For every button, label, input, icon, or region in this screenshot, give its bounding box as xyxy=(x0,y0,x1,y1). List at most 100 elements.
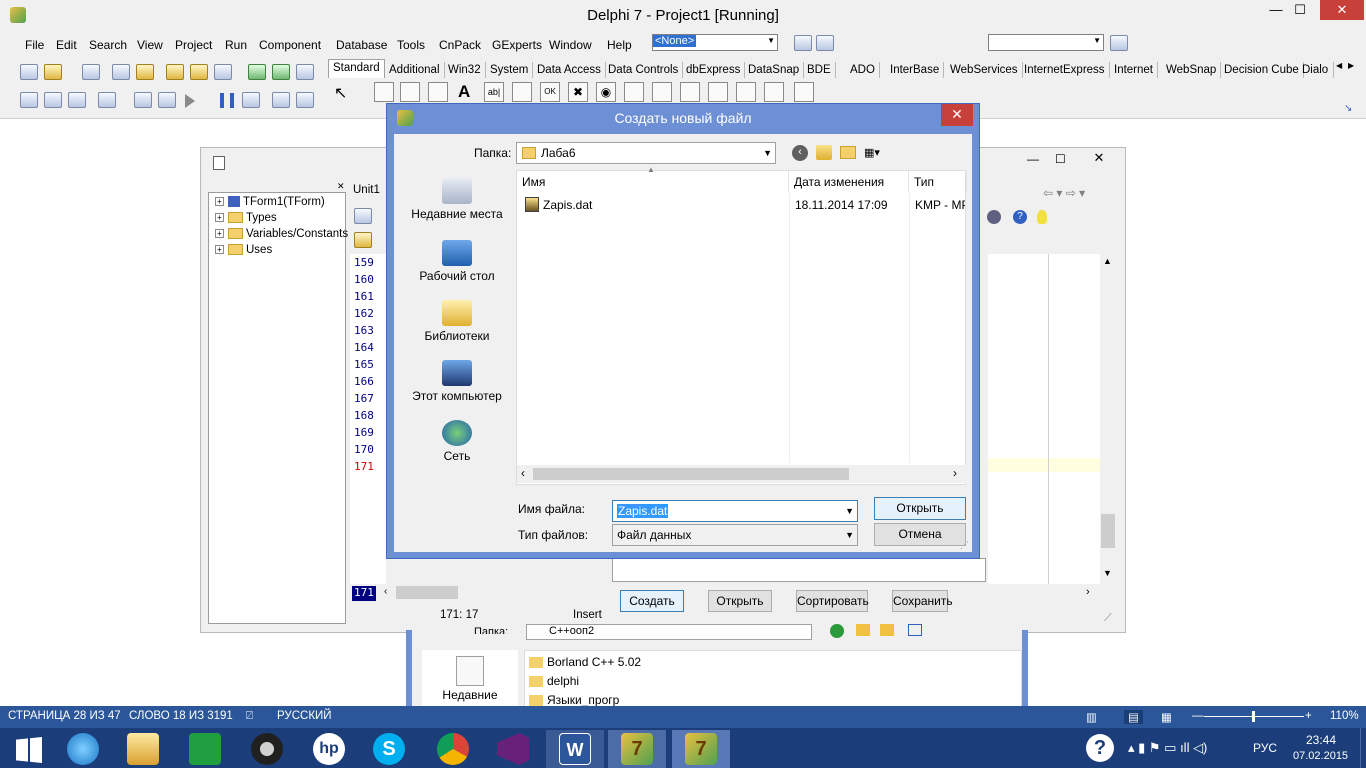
mainmenu-component-icon[interactable] xyxy=(400,82,420,102)
taskbar-word[interactable]: W xyxy=(546,730,604,768)
file-list-hscroll[interactable]: ‹ › xyxy=(517,465,967,483)
open-form-button[interactable]: Открыть xyxy=(708,590,772,612)
menu-view[interactable]: View xyxy=(137,38,163,52)
menu-gexperts[interactable]: GExperts xyxy=(492,38,542,52)
bg-file-list[interactable]: Borland C++ 5.02 delphi Языки_прогр xyxy=(524,650,1022,710)
new-folder-icon[interactable] xyxy=(840,146,856,159)
close-button[interactable]: ✕ xyxy=(1320,0,1364,20)
place-network[interactable]: Сеть xyxy=(402,420,512,463)
taskbar-chrome[interactable] xyxy=(424,730,482,768)
up-folder-icon[interactable] xyxy=(816,145,832,160)
menu-edit[interactable]: Edit xyxy=(56,38,77,52)
help-circle-icon[interactable]: ? xyxy=(1086,734,1114,762)
step-over-icon[interactable] xyxy=(296,92,314,108)
list-item[interactable]: delphi xyxy=(529,674,579,688)
help-book-icon[interactable] xyxy=(248,64,266,80)
file-list[interactable]: ▲ Имя Дата изменения Тип Zapis.dat 18.11… xyxy=(516,165,967,485)
nav-back-icon[interactable]: ⇦ ▾ ⇨ ▾ xyxy=(1043,186,1085,200)
tree-close-icon[interactable]: ✕ xyxy=(337,181,345,192)
menu-cnpack[interactable]: CnPack xyxy=(439,38,481,52)
create-button[interactable]: Создать xyxy=(620,590,684,612)
input-language[interactable]: РУС xyxy=(1253,741,1277,755)
view-form-icon[interactable] xyxy=(44,92,62,108)
place-desktop[interactable]: Рабочий стол xyxy=(402,240,512,283)
tab-webservices[interactable]: WebServices xyxy=(946,62,1023,78)
column-type[interactable]: Тип xyxy=(909,171,967,193)
save-desktop-icon[interactable] xyxy=(794,35,812,51)
set-debug-desktop-icon[interactable] xyxy=(816,35,834,51)
panel-component-icon[interactable] xyxy=(764,82,784,102)
debug-icon[interactable] xyxy=(134,92,152,108)
lightbulb-icon[interactable] xyxy=(1037,210,1047,224)
scroll-right-icon[interactable]: › xyxy=(953,466,957,480)
tray-icons[interactable]: ▴ ▮ ⚑ ▭ ıll ◁) xyxy=(1128,740,1207,756)
toggle-icon[interactable] xyxy=(214,64,232,80)
radiogroup-component-icon[interactable] xyxy=(736,82,756,102)
run-icon[interactable] xyxy=(185,94,195,108)
desktop-combo[interactable]: <None> ▼ xyxy=(652,34,778,51)
menu-run[interactable]: Run xyxy=(225,38,247,52)
place-libraries[interactable]: Библиотеки xyxy=(402,300,512,343)
bg-place-recent[interactable]: Недавние xyxy=(422,650,518,710)
listbox-component-icon[interactable] xyxy=(624,82,644,102)
bg-folder-combo[interactable]: С++ооп2 xyxy=(526,624,812,640)
menu-database[interactable]: Database xyxy=(336,38,387,52)
tab-websnap[interactable]: WebSnap xyxy=(1162,62,1222,78)
editor-tool2-icon[interactable] xyxy=(354,232,372,248)
print-layout-icon[interactable]: ▤ xyxy=(1124,710,1143,724)
show-desktop-button[interactable] xyxy=(1360,728,1366,768)
settings-gear-icon[interactable] xyxy=(987,210,1001,224)
tab-standard[interactable]: Standard xyxy=(328,59,385,78)
taskbar-skype[interactable]: S xyxy=(360,730,418,768)
list-item[interactable]: Borland C++ 5.02 xyxy=(529,655,641,669)
globe-icon[interactable] xyxy=(1110,35,1128,51)
right-hscroll-arrow[interactable]: › xyxy=(1086,586,1090,598)
frame-component-icon[interactable] xyxy=(374,82,394,102)
list-item[interactable]: Языки_прогр xyxy=(529,693,619,707)
trace-icon[interactable] xyxy=(242,92,260,108)
actionlist-component-icon[interactable] xyxy=(794,82,814,102)
tab-scroll-left[interactable]: ◀ xyxy=(1336,61,1342,70)
proofing-icon[interactable]: ⍁ xyxy=(246,710,253,723)
taskbar-delphi-running[interactable]: 7 xyxy=(672,730,730,768)
taskbar-store[interactable] xyxy=(176,730,234,768)
scroll-down-icon[interactable]: ▼ xyxy=(1103,568,1112,578)
zoom-slider-thumb[interactable] xyxy=(1252,711,1255,722)
label-component-icon[interactable]: A xyxy=(458,82,470,102)
help-book2-icon[interactable] xyxy=(272,64,290,80)
taskbar-camera[interactable] xyxy=(238,730,296,768)
view-menu-icon[interactable] xyxy=(908,624,922,636)
scroll-thumb[interactable] xyxy=(1101,514,1115,548)
menu-search[interactable]: Search xyxy=(89,38,127,52)
new-folder-icon[interactable] xyxy=(880,624,894,636)
add-file-icon[interactable] xyxy=(166,64,184,80)
sort-button[interactable]: Сортировать xyxy=(796,590,869,612)
editor-maximize-button[interactable]: ☐ xyxy=(1055,152,1066,166)
expand-icon[interactable]: + xyxy=(215,245,224,255)
edit-component-icon[interactable]: ab| xyxy=(484,82,504,102)
open-project-icon[interactable] xyxy=(136,64,154,80)
radio-component-icon[interactable]: ◉ xyxy=(596,82,616,102)
open-icon[interactable] xyxy=(44,64,62,80)
resize-grip-icon[interactable]: ↘ xyxy=(1344,103,1352,114)
tab-datasnap[interactable]: DataSnap xyxy=(744,62,805,78)
toggle-form-unit-icon[interactable] xyxy=(68,92,86,108)
scroll-thumb[interactable] xyxy=(396,586,458,599)
tab-data-controls[interactable]: Data Controls xyxy=(604,62,684,78)
maximize-button[interactable]: ☐ xyxy=(1278,0,1322,20)
editor-tool-icon[interactable] xyxy=(354,208,372,224)
code-explorer-tree[interactable]: ✕ + TForm1(TForm) + Types + Variables/Const… xyxy=(208,181,348,624)
tab-dialogs[interactable]: Dialo xyxy=(1298,62,1334,78)
back-icon[interactable] xyxy=(830,624,844,638)
pause-icon[interactable] xyxy=(220,93,234,108)
debug2-icon[interactable] xyxy=(158,92,176,108)
save-button[interactable]: Сохранить xyxy=(892,590,953,612)
editor-tab-unit1[interactable]: Unit1 xyxy=(353,184,380,196)
save-icon[interactable] xyxy=(82,64,100,80)
scroll-left-icon[interactable]: ‹ xyxy=(384,586,387,597)
menu-file[interactable]: File xyxy=(25,38,44,52)
save-all-icon[interactable] xyxy=(112,64,130,80)
scroll-left-icon[interactable]: ‹ xyxy=(521,466,525,480)
expand-icon[interactable]: + xyxy=(215,229,224,239)
editor-close-button[interactable]: ✕ xyxy=(1077,148,1121,168)
